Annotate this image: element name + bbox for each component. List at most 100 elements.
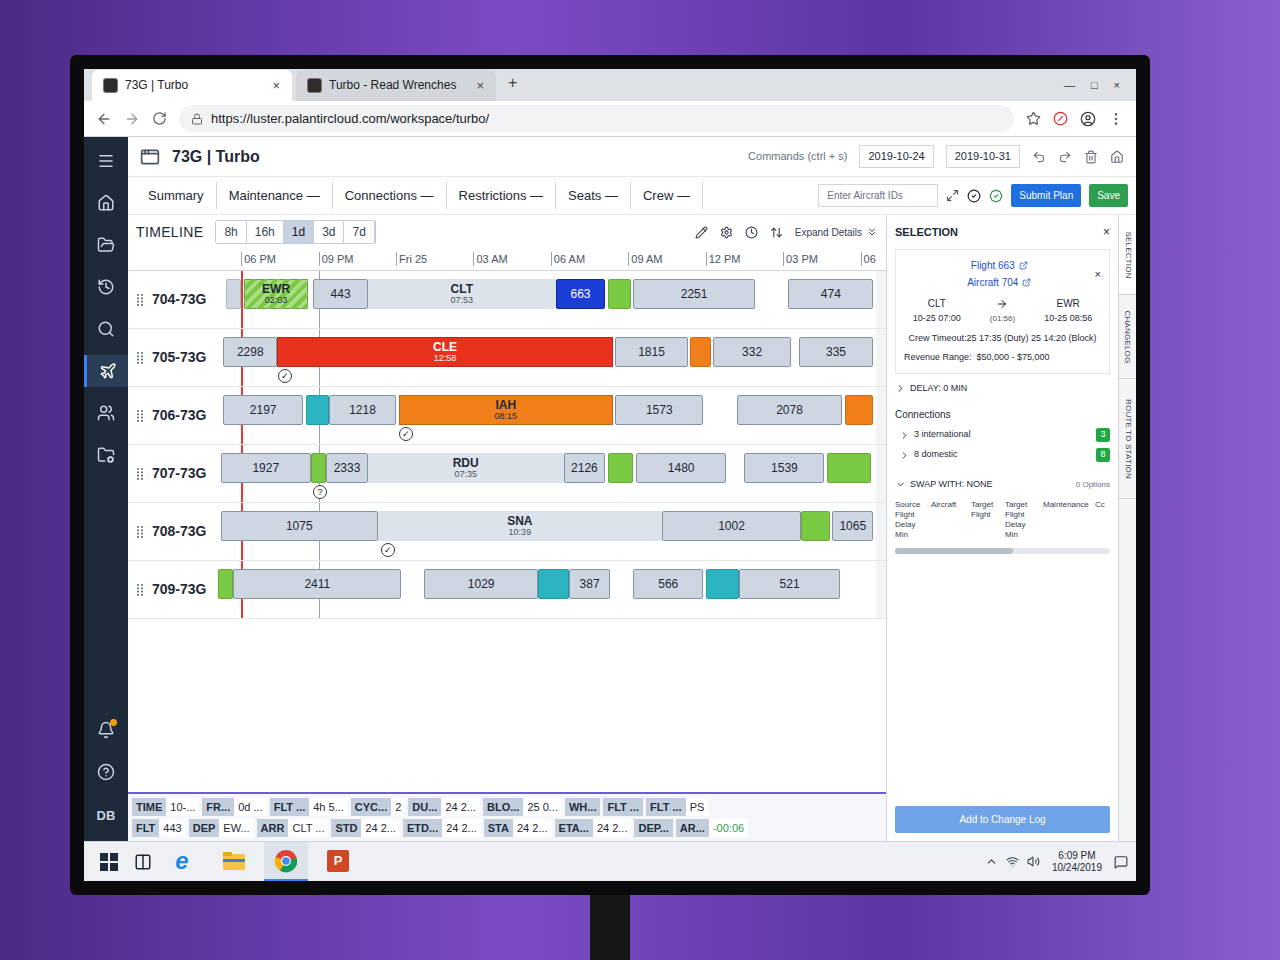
status-bar[interactable]: EWR02:03: [244, 279, 309, 309]
connection-row[interactable]: 8 domestic8: [895, 448, 1110, 462]
undo-icon[interactable]: [1032, 150, 1046, 164]
aircraft-link[interactable]: Aircraft 704: [967, 275, 1031, 290]
flight-bar[interactable]: 2333: [326, 453, 367, 483]
profile-icon[interactable]: [1080, 111, 1096, 127]
zoom-button[interactable]: 16h: [247, 221, 284, 243]
flight-bar[interactable]: 2298: [223, 337, 277, 367]
nav-item[interactable]: [84, 397, 128, 429]
module-tab[interactable]: Summary: [136, 182, 217, 210]
validate-icon[interactable]: [967, 189, 981, 203]
nav-item[interactable]: [84, 439, 128, 471]
flight-bar[interactable]: 1480: [636, 453, 726, 483]
module-tab[interactable]: Connections —: [333, 182, 447, 210]
drag-handle-icon[interactable]: [136, 583, 144, 597]
windows-start-icon[interactable]: [100, 853, 118, 871]
nav-item[interactable]: [84, 271, 128, 303]
event-block[interactable]: [827, 453, 871, 483]
taskbar-app[interactable]: P: [316, 842, 360, 881]
event-block[interactable]: [801, 511, 829, 541]
swap-row[interactable]: SWAP WITH: NONE0 Options: [895, 478, 1110, 492]
flight-bar[interactable]: 1075: [221, 511, 378, 541]
flight-bar[interactable]: 2197: [223, 395, 303, 425]
side-tab[interactable]: CHANGELOG: [1119, 295, 1136, 379]
nav-item[interactable]: [84, 756, 128, 788]
flight-bar[interactable]: 566: [633, 569, 703, 599]
drag-handle-icon[interactable]: [136, 351, 144, 365]
drag-handle-icon[interactable]: [136, 525, 144, 539]
module-tab[interactable]: Seats —: [556, 182, 631, 210]
zoom-button[interactable]: 3d: [314, 221, 344, 243]
action-button[interactable]: Save: [1089, 184, 1128, 207]
flight-link[interactable]: Flight 663: [971, 258, 1028, 273]
flight-bar[interactable]: 443: [313, 279, 367, 309]
flight-bar[interactable]: 332: [713, 337, 790, 367]
taskbar-app[interactable]: [212, 842, 256, 881]
event-block[interactable]: [311, 453, 326, 483]
ground-time-bar[interactable]: CLT07:53: [368, 279, 556, 309]
flight-bar[interactable]: 1029: [424, 569, 538, 599]
event-block[interactable]: [608, 453, 634, 483]
event-block[interactable]: [690, 337, 711, 367]
url-field[interactable]: https://luster.palantircloud.com/workspa…: [179, 105, 1014, 133]
event-block[interactable]: [608, 279, 631, 309]
window-control-button[interactable]: —: [1064, 77, 1075, 94]
nav-item[interactable]: [84, 714, 128, 746]
close-panel-button[interactable]: ×: [1103, 223, 1110, 241]
aircraft-label[interactable]: 707-73G: [128, 445, 218, 502]
nav-item[interactable]: [84, 187, 128, 219]
flight-bar[interactable]: 1927: [221, 453, 311, 483]
task-view-icon[interactable]: [134, 853, 152, 871]
drag-handle-icon[interactable]: [136, 467, 144, 481]
aircraft-label[interactable]: 706-73G: [128, 387, 218, 444]
trash-icon[interactable]: [1084, 150, 1098, 164]
status-marker[interactable]: ?: [313, 485, 327, 499]
delay-row[interactable]: DELAY: 0 MIN: [895, 382, 1110, 396]
taskbar-app[interactable]: e: [160, 842, 204, 881]
redo-icon[interactable]: [1058, 150, 1072, 164]
nav-item[interactable]: [84, 313, 128, 345]
tab-close-button[interactable]: ×: [272, 76, 280, 96]
event-block[interactable]: [845, 395, 873, 425]
flight-bar[interactable]: 1815: [615, 337, 687, 367]
gear-icon[interactable]: [720, 226, 733, 239]
action-button[interactable]: Submit Plan: [1011, 184, 1081, 207]
status-bar[interactable]: CLE12:58: [277, 337, 612, 367]
ground-time-bar[interactable]: RDU07:35: [368, 453, 564, 483]
drag-handle-icon[interactable]: [136, 293, 144, 307]
expand-icon[interactable]: [946, 189, 959, 202]
flight-bar[interactable]: 1218: [329, 395, 396, 425]
aircraft-label[interactable]: 704-73G: [128, 271, 218, 328]
flight-bar[interactable]: 474: [788, 279, 873, 309]
sort-icon[interactable]: [770, 226, 783, 239]
flight-bar[interactable]: 2411: [233, 569, 401, 599]
flight-bar[interactable]: 2078: [737, 395, 843, 425]
clock-icon[interactable]: [745, 226, 758, 239]
module-tab[interactable]: Restrictions —: [447, 182, 557, 210]
tab-close-button[interactable]: ×: [476, 76, 484, 96]
edit-icon[interactable]: [695, 226, 708, 239]
aircraft-label[interactable]: 705-73G: [128, 329, 218, 386]
flight-bar[interactable]: 1573: [615, 395, 703, 425]
flight-bar[interactable]: 387: [569, 569, 610, 599]
ground-time-bar[interactable]: SNA10:39: [378, 511, 662, 541]
date-to-field[interactable]: 2019-10-31: [946, 145, 1020, 168]
aircraft-label[interactable]: 708-73G: [128, 503, 218, 560]
side-tab[interactable]: SELECTION: [1119, 215, 1136, 295]
flight-bar[interactable]: 2126: [564, 453, 605, 483]
add-to-change-log-button[interactable]: Add to Change Log: [895, 806, 1110, 833]
flight-bar[interactable]: 663: [556, 279, 605, 309]
nav-item[interactable]: [84, 229, 128, 261]
event-block[interactable]: [706, 569, 740, 599]
flight-bar[interactable]: 2251: [633, 279, 754, 309]
new-tab-button[interactable]: +: [500, 71, 525, 101]
nav-item[interactable]: [84, 145, 128, 177]
module-tab[interactable]: Crew —: [631, 182, 703, 210]
forward-icon[interactable]: [124, 111, 140, 127]
window-control-button[interactable]: ×: [1114, 77, 1120, 94]
notifications-icon[interactable]: [1114, 855, 1128, 869]
bookmark-star-icon[interactable]: [1026, 111, 1041, 126]
aircraft-label[interactable]: 709-73G: [128, 561, 218, 618]
drag-handle-icon[interactable]: [136, 409, 144, 423]
home-icon[interactable]: [1110, 150, 1124, 164]
user-avatar[interactable]: DB: [97, 798, 116, 834]
